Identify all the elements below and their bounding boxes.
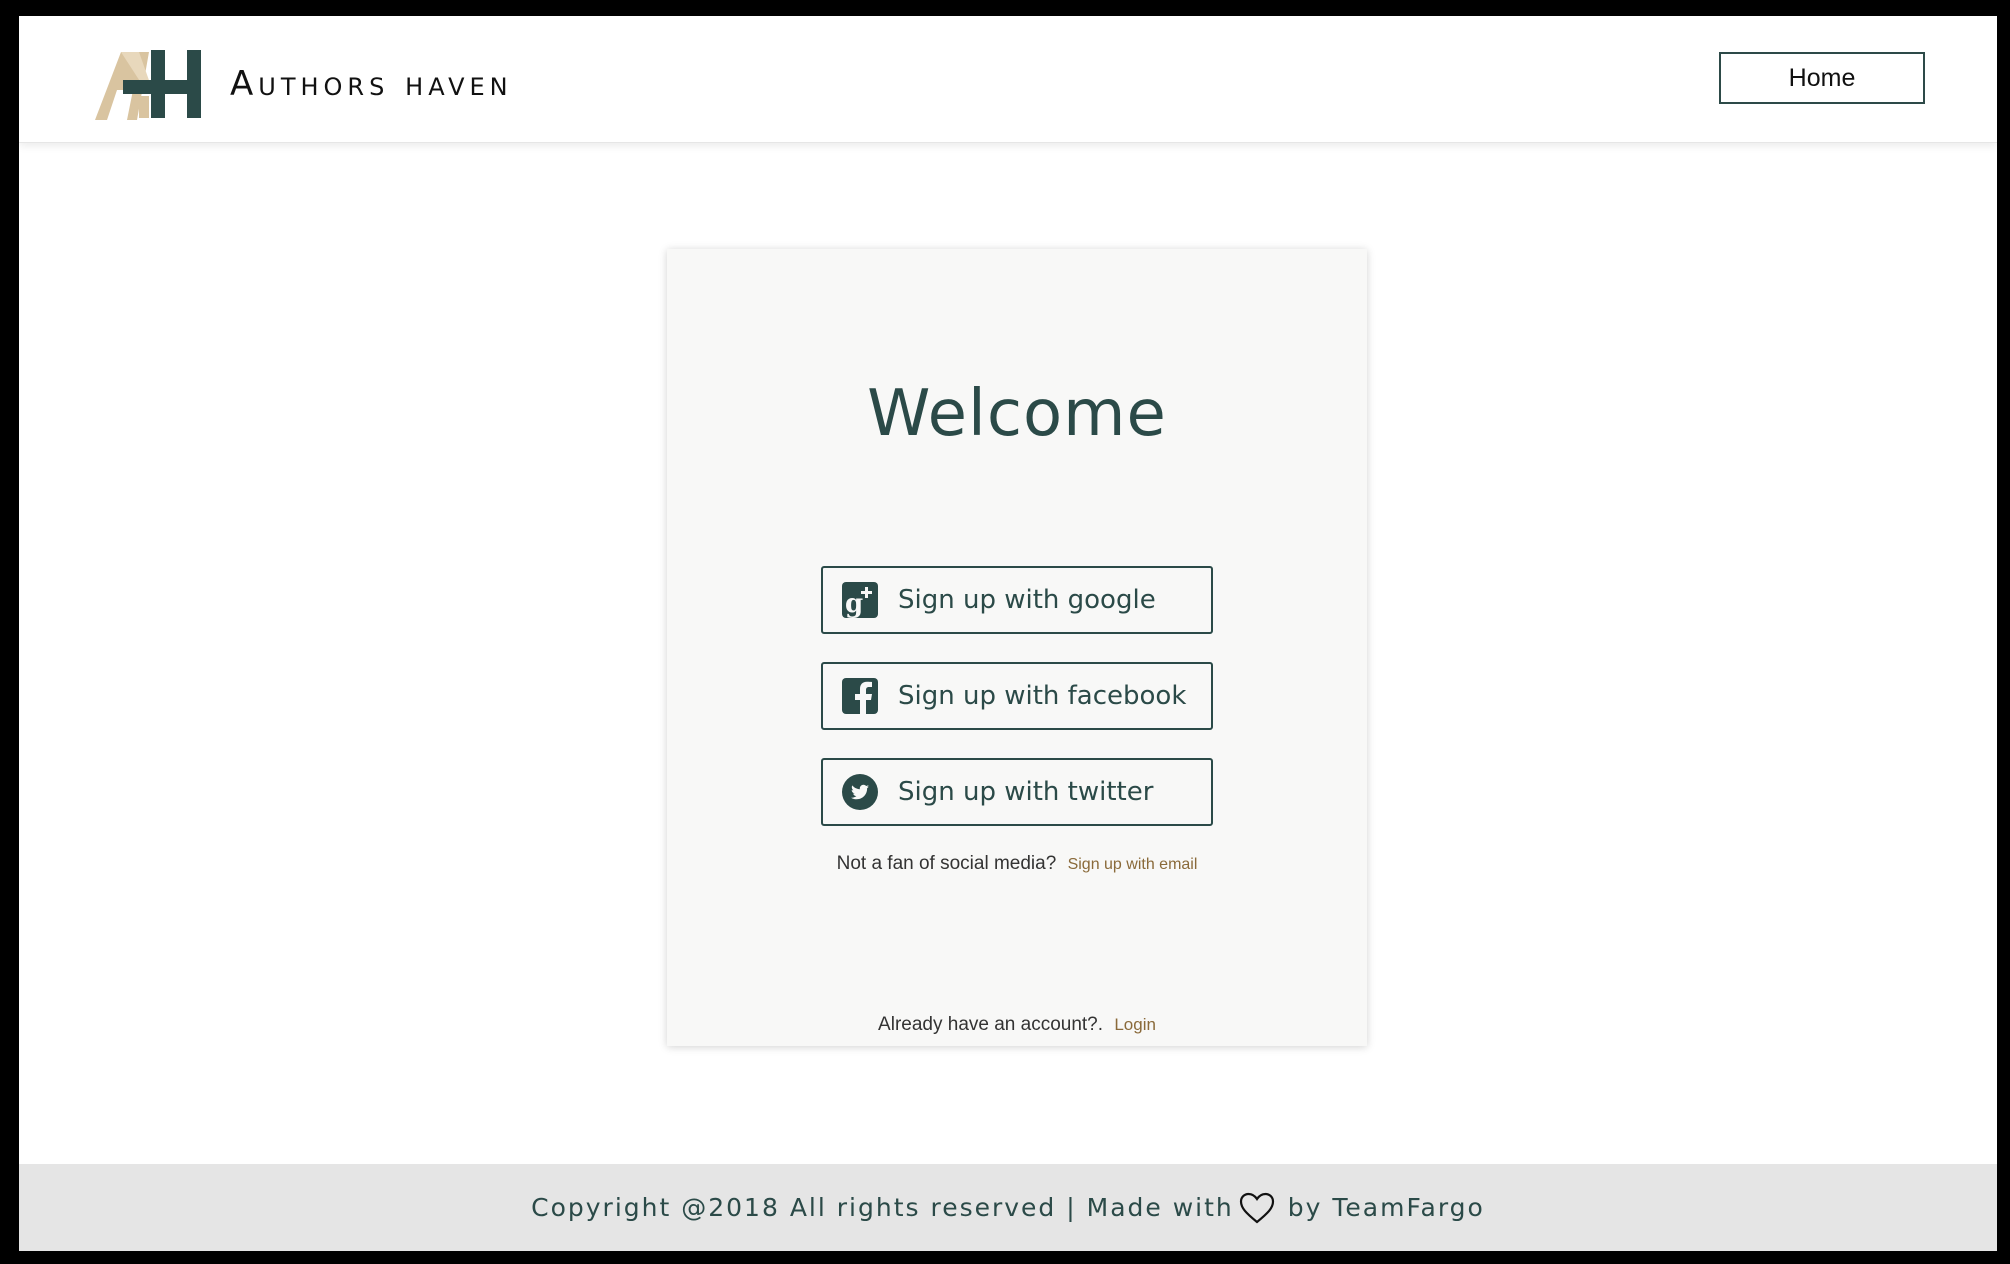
footer: Copyright @2018 All rights reserved | Ma…: [19, 1164, 1997, 1251]
signup-card: Welcome g Sign up with google Sign up wi…: [667, 249, 1367, 1046]
twitter-signup-label: Sign up with twitter: [898, 777, 1154, 807]
login-prompt: Already have an account?.: [878, 1014, 1104, 1035]
google-signup-label: Sign up with google: [898, 585, 1156, 615]
google-signup-button[interactable]: g Sign up with google: [821, 566, 1213, 634]
facebook-signup-button[interactable]: Sign up with facebook: [821, 662, 1213, 730]
header: Authors haven Home: [19, 16, 1997, 143]
footer-copyright-text: Copyright @2018 All rights reserved | Ma…: [531, 1193, 1234, 1222]
twitter-icon: [842, 774, 878, 810]
brand-name: Authors haven: [230, 64, 513, 104]
login-row: Already have an account?. Login: [667, 1014, 1367, 1036]
facebook-icon: [842, 678, 878, 714]
home-button[interactable]: Home: [1719, 52, 1925, 104]
email-signup-prompt: Not a fan of social media?: [836, 853, 1057, 874]
page: Authors haven Home Welcome g Sign up wit…: [19, 16, 1997, 1251]
svg-text:g: g: [845, 589, 863, 618]
heart-icon: [1238, 1191, 1276, 1225]
welcome-title: Welcome: [867, 377, 1167, 451]
footer-team-text: by TeamFargo: [1287, 1193, 1485, 1222]
login-link[interactable]: Login: [1114, 1015, 1156, 1034]
authors-haven-logo: [95, 50, 201, 120]
facebook-signup-label: Sign up with facebook: [898, 681, 1187, 711]
twitter-signup-button[interactable]: Sign up with twitter: [821, 758, 1213, 826]
google-plus-icon: g: [842, 582, 878, 618]
email-signup-link[interactable]: Sign up with email: [1068, 856, 1198, 873]
email-signup-row: Not a fan of social media? Sign up with …: [667, 853, 1367, 875]
